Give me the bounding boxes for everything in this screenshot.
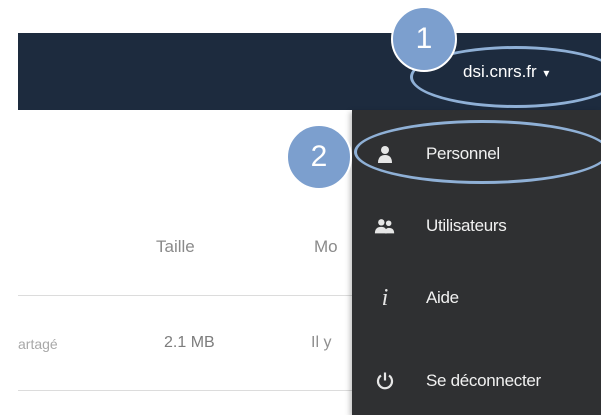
power-icon — [374, 351, 396, 411]
menu-item-utilisateurs[interactable]: Utilisateurs — [352, 196, 601, 256]
callout-ellipse-personnel — [354, 120, 601, 184]
menu-item-label: Utilisateurs — [426, 216, 507, 235]
file-size: 2.1 MB — [164, 334, 215, 351]
users-icon — [374, 196, 396, 256]
share-status: artagé — [18, 336, 58, 352]
table-divider — [18, 390, 353, 391]
menu-item-se-deconnecter[interactable]: Se déconnecter — [352, 351, 601, 411]
menu-item-label: Se déconnecter — [426, 371, 541, 390]
menu-item-label: Aide — [426, 288, 459, 307]
column-header-modified[interactable]: Mo — [314, 237, 338, 257]
info-icon: i — [381, 284, 389, 311]
callout-badge-1: 1 — [391, 6, 457, 72]
column-header-size[interactable]: Taille — [156, 237, 195, 257]
menu-item-aide[interactable]: i Aide — [352, 268, 601, 328]
callout-badge-2: 2 — [286, 124, 352, 190]
table-divider — [18, 295, 353, 296]
modified-date: Il y — [311, 334, 332, 351]
